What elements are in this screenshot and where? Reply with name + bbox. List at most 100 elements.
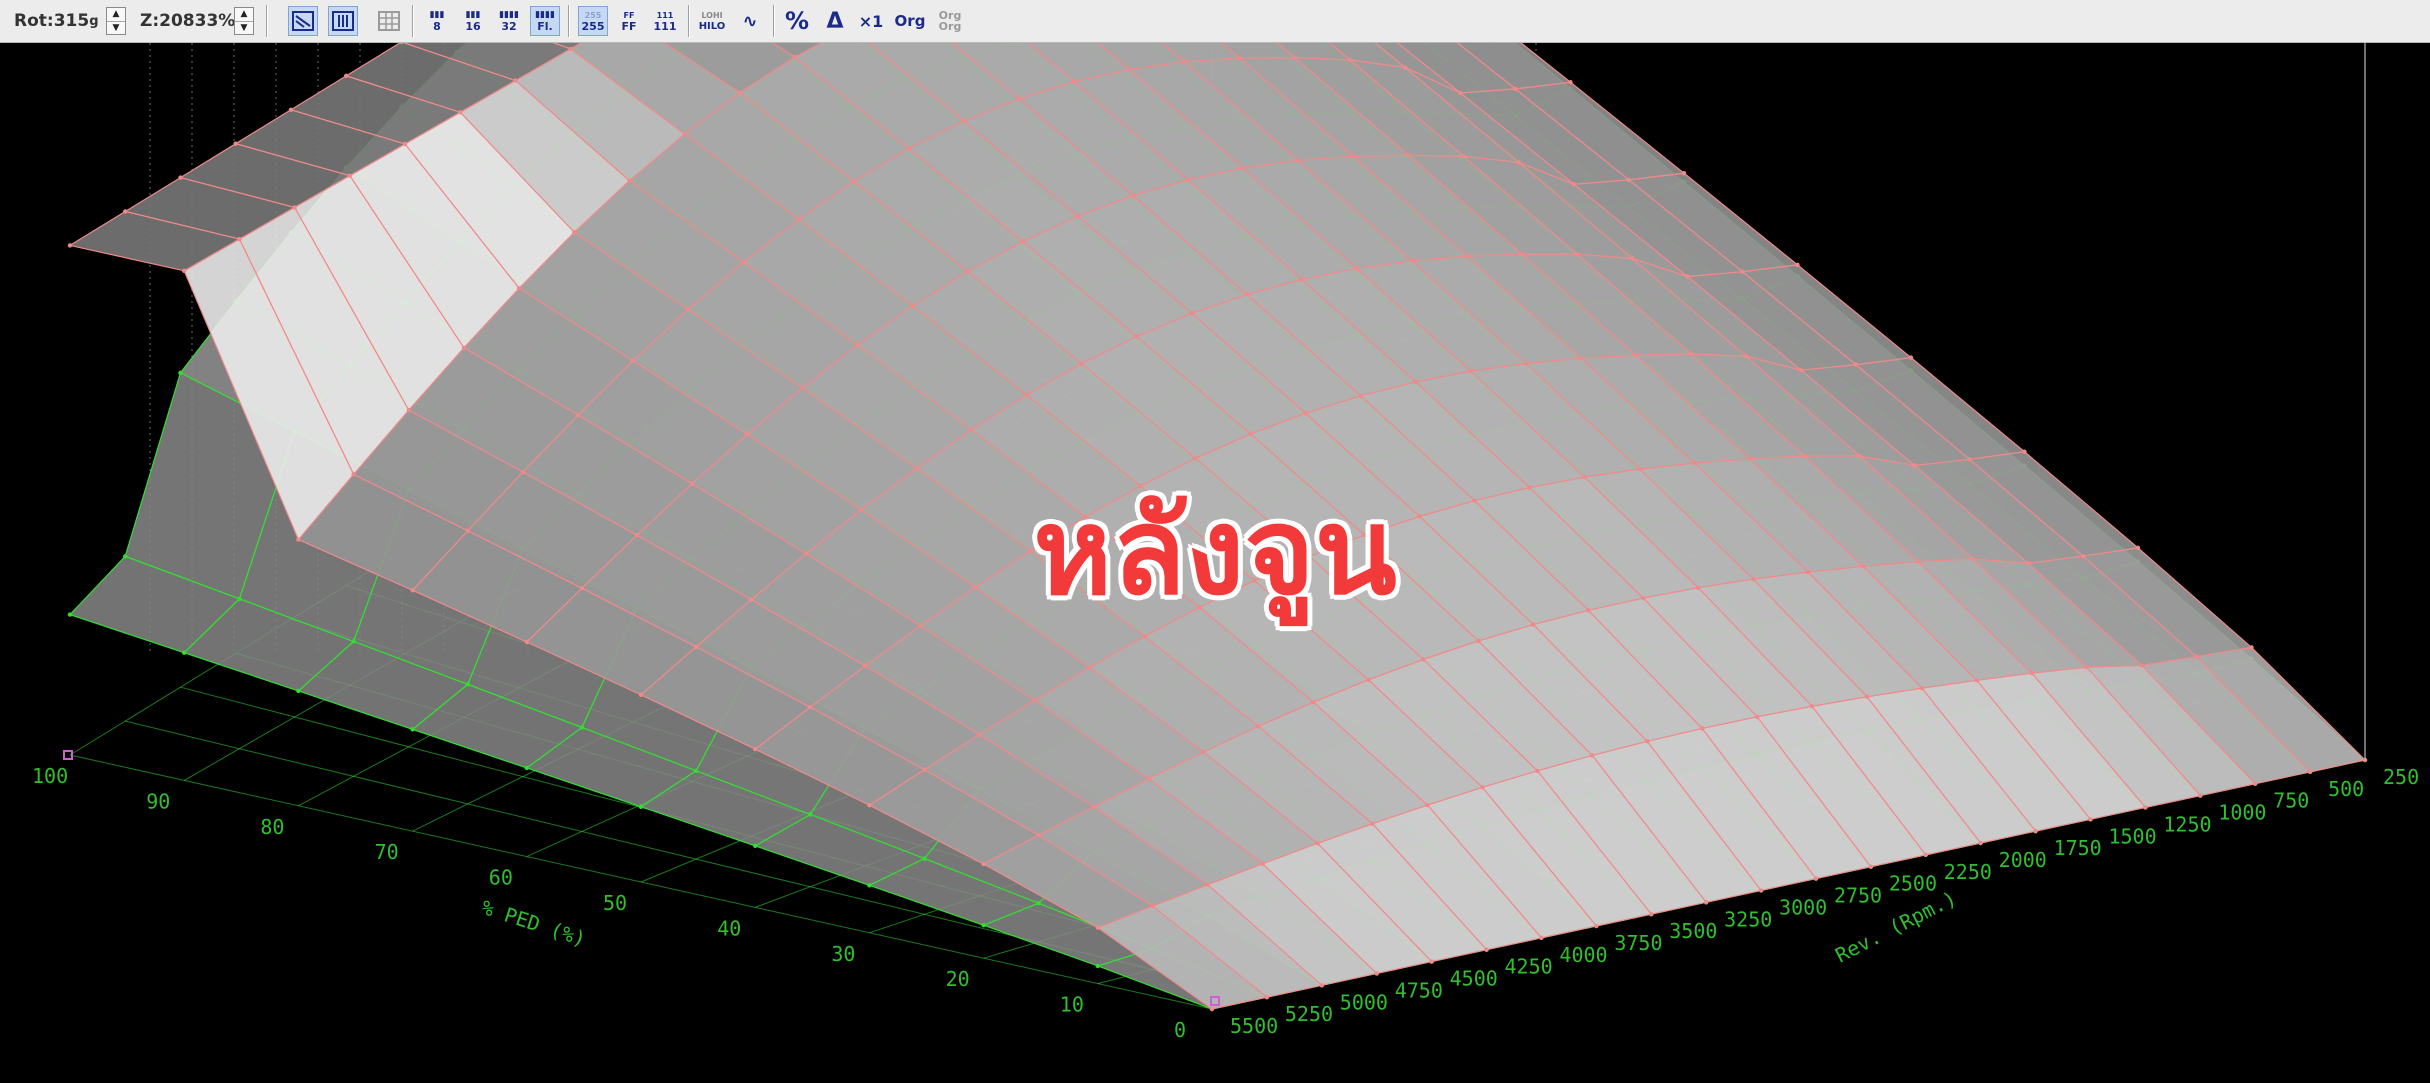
surface-point [1809,704,1815,709]
surface-point [1795,262,1800,268]
surface-point [800,385,805,391]
format-ff-button[interactable]: FF FF [614,6,644,36]
resolution-8-label: 8 [433,20,441,33]
surface-point [1182,59,1187,64]
toolbar-separator [412,5,414,37]
surface-point [851,179,856,184]
rev-tick-label: 750 [2273,789,2309,813]
rotation-spinner[interactable]: ▲ ▼ [106,7,126,35]
surface-point [1244,292,1249,297]
surface-point [630,358,636,363]
surface-point [1868,864,1874,869]
surface-point [753,746,758,752]
surface-point [796,217,801,222]
rotation-unit: g [89,13,99,29]
surface-point [2139,663,2144,668]
times-one-label: ×1 [858,11,884,31]
surface-point [1130,193,1136,198]
table-view-icon [332,11,354,31]
surface-point [1201,749,1206,755]
surface-point [1519,251,1525,257]
lohi-button[interactable]: LOHI HILO [697,6,727,36]
surface-point [343,73,349,79]
surface-point [977,732,982,737]
rev-tick-label: 2500 [1889,872,1937,896]
surface-point [123,209,128,214]
rotation-up-icon[interactable]: ▲ [107,8,125,22]
resolution-8-button[interactable]: ▮▮▮ 8 [422,6,452,36]
surface-point [1468,368,1473,374]
resolution-16-button[interactable]: ▮▮▮ 16 [458,6,488,36]
surface-point [1374,971,1379,976]
org-compare-button[interactable]: Org Org [932,6,968,36]
delta-button[interactable]: Δ [820,6,850,36]
surface-point [2143,805,2148,810]
surface-point [1256,724,1261,729]
format-ff-label: FF [621,20,637,33]
surface-point [1020,239,1025,244]
map-toolbar: Rot:315 g ▲ ▼ Z:20833% ▲ ▼ ▮▮▮ 8 ▮▮▮ 16 ▮▮▮… [0,0,2430,43]
surface-point [2088,817,2093,822]
rev-tick-label: 5250 [1285,1002,1333,1026]
surface-point [1036,832,1041,838]
surface-point [1095,963,1101,969]
rev-tick-label: 1500 [2108,824,2156,848]
surface-point [1429,959,1434,964]
surface-point [2252,781,2258,786]
wave-icon: ∿ [742,10,758,32]
surface-point [1864,694,1870,699]
surface-point [1484,947,1489,952]
surface-point [1036,901,1041,906]
surface-point [1209,1006,1215,1012]
rev-tick-label: 3250 [1724,907,1772,931]
grid-view-button[interactable] [374,6,404,36]
surface-point [1644,739,1650,744]
rev-tick-label: 3500 [1669,919,1717,943]
table-view-button[interactable] [328,6,358,36]
format-255-button[interactable]: 255 255 [578,6,608,36]
surface-point [961,118,967,124]
surface-point [1319,983,1325,988]
surface-point [1535,768,1540,774]
ped-tick-label: 10 [1060,993,1084,1017]
surface-point [1347,57,1353,63]
surface-point [1908,355,1914,360]
zoom-up-icon[interactable]: ▲ [235,8,253,22]
surface-point [1240,165,1246,171]
lohi-top-label: LOHI [701,11,723,20]
surface-point [1798,367,1804,373]
surface-point [292,205,297,210]
surface-point [1354,266,1360,271]
surface-point [638,804,644,809]
rev-tick-label: 2250 [1944,860,1992,884]
zoom-label: Z:20833% [140,11,236,31]
resolution-32-button[interactable]: ▮▮▮▮ 32 [494,6,524,36]
surface-point [67,243,73,248]
zoom-down-icon[interactable]: ▼ [235,22,253,35]
surface-point [2198,793,2203,798]
percent-button[interactable]: % [782,6,812,36]
org-button[interactable]: Org [892,6,928,36]
rotation-down-icon[interactable]: ▼ [107,22,125,35]
rev-tick-label: 4500 [1450,967,1498,991]
surface-point [1688,351,1694,357]
surface-point [1633,352,1639,358]
surface-point [981,923,986,928]
resolution-fl-button[interactable]: ▮▮▮▮ Fl. [530,6,560,36]
ped-tick-label: 100 [32,764,68,788]
format-111-button[interactable]: 111 111 [650,6,680,36]
times-one-button[interactable]: ×1 [856,6,886,36]
zoom-spinner[interactable]: ▲ ▼ [234,7,254,35]
surface-point [461,345,467,351]
zoom-readout: Z:20833% [140,0,235,42]
surface-point [182,650,187,655]
surface-point [808,812,813,817]
smooth-button[interactable]: ∿ [735,6,765,36]
surface-point [693,768,699,774]
surface-point [1539,935,1544,941]
surface-view-button[interactable] [288,6,318,36]
surface-point [2307,769,2313,775]
ped-tick-label: 90 [146,789,170,813]
rev-tick-label: 4750 [1395,978,1443,1002]
surface-point [2029,670,2034,676]
